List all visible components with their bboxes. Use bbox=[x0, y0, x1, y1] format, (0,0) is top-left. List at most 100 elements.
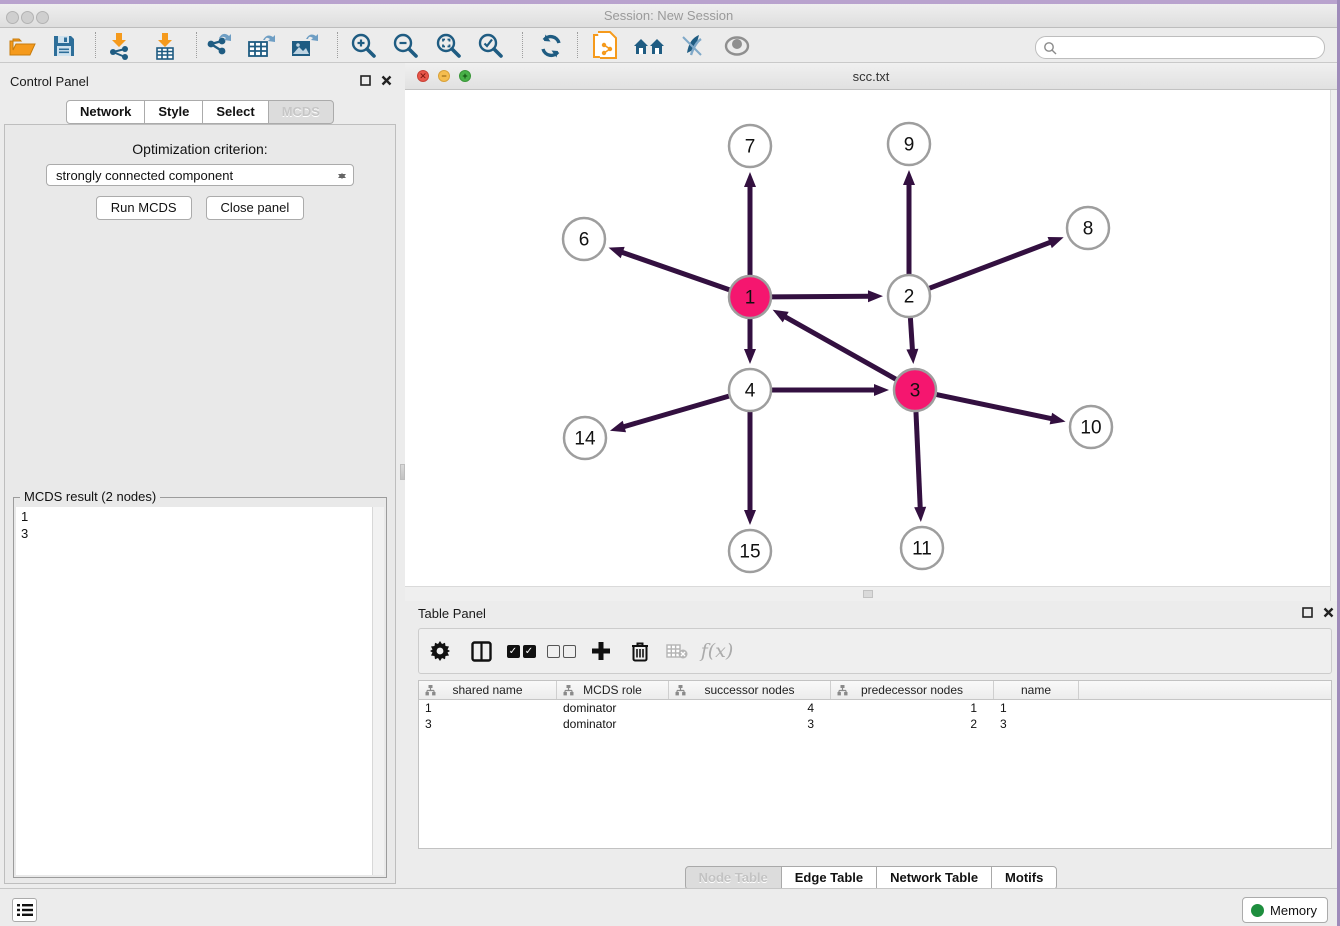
control-panel-close-button[interactable] bbox=[378, 72, 394, 88]
cell-mcds-role[interactable]: dominator bbox=[557, 700, 669, 716]
search-field[interactable] bbox=[1035, 36, 1325, 59]
node-8[interactable]: 8 bbox=[1067, 207, 1109, 249]
memory-button[interactable]: Memory bbox=[1242, 897, 1328, 923]
edge-3-10[interactable] bbox=[937, 395, 1066, 425]
task-history-button[interactable] bbox=[12, 898, 37, 922]
cell-mcds-role[interactable]: dominator bbox=[557, 716, 669, 732]
edge-1-2[interactable] bbox=[772, 290, 883, 302]
show-columns-button[interactable] bbox=[461, 636, 501, 666]
table-row[interactable]: 1dominator411 bbox=[419, 700, 1331, 716]
edge-2-8[interactable] bbox=[930, 237, 1064, 288]
cell-shared-name[interactable]: 3 bbox=[419, 716, 557, 732]
export-network-icon bbox=[205, 32, 233, 60]
open-file-button[interactable] bbox=[5, 30, 39, 61]
node-2[interactable]: 2 bbox=[888, 275, 930, 317]
tab-mcds[interactable]: MCDS bbox=[268, 100, 334, 124]
column-header-mcds-role[interactable]: MCDS role bbox=[557, 681, 669, 699]
close-panel-button[interactable]: Close panel bbox=[206, 196, 305, 220]
edge-4-15[interactable] bbox=[744, 412, 756, 525]
toolbar-separator bbox=[522, 32, 523, 58]
import-table-button[interactable] bbox=[148, 30, 182, 61]
export-image-button[interactable] bbox=[288, 30, 322, 61]
cell-shared-name[interactable]: 1 bbox=[419, 700, 557, 716]
edge-2-3[interactable] bbox=[906, 318, 918, 364]
mcds-result-text[interactable]: 1 3 bbox=[16, 507, 372, 875]
column-header-predecessor-nodes[interactable]: predecessor nodes bbox=[831, 681, 994, 699]
home-icon bbox=[633, 34, 665, 58]
tab-node-table[interactable]: Node Table bbox=[685, 866, 782, 890]
edge-4-3[interactable] bbox=[772, 384, 889, 396]
node-label: 7 bbox=[745, 137, 756, 158]
cell-name[interactable]: 3 bbox=[994, 716, 1079, 732]
tab-network[interactable]: Network bbox=[66, 100, 145, 124]
column-header-name[interactable]: name bbox=[994, 681, 1079, 699]
deselect-all-columns-button[interactable] bbox=[541, 636, 581, 666]
edge-3-1[interactable] bbox=[773, 310, 896, 379]
save-session-button[interactable] bbox=[47, 30, 81, 61]
edge-1-4[interactable] bbox=[744, 319, 756, 364]
delete-table-button[interactable] bbox=[659, 636, 695, 666]
eye-icon bbox=[723, 35, 751, 57]
edge-3-11[interactable] bbox=[914, 412, 926, 522]
clone-network-button[interactable] bbox=[589, 30, 623, 61]
node-1[interactable]: 1 bbox=[729, 276, 771, 318]
zoom-fit-button[interactable] bbox=[431, 30, 465, 61]
table-panel-close-button[interactable] bbox=[1320, 604, 1336, 620]
cell-successor-nodes[interactable]: 3 bbox=[669, 716, 831, 732]
node-11[interactable]: 11 bbox=[901, 527, 943, 569]
arrowhead-icon bbox=[874, 384, 889, 396]
tab-network-table[interactable]: Network Table bbox=[876, 866, 992, 890]
node-10[interactable]: 10 bbox=[1070, 406, 1112, 448]
run-mcds-button[interactable]: Run MCDS bbox=[96, 196, 192, 220]
control-panel-float-button[interactable] bbox=[357, 72, 373, 88]
function-builder-button[interactable]: f(x) bbox=[695, 636, 739, 666]
toggle-visibility-button[interactable] bbox=[720, 30, 754, 61]
node-label: 15 bbox=[739, 542, 760, 563]
cell-name[interactable]: 1 bbox=[994, 700, 1079, 716]
select-all-columns-button[interactable]: ✓ ✓ bbox=[501, 636, 541, 666]
tab-style[interactable]: Style bbox=[144, 100, 203, 124]
network-vscrollbar[interactable] bbox=[1330, 90, 1337, 601]
network-graph[interactable]: 7 9 6 8 1 2 4 3 14 10 15 11 bbox=[405, 90, 1330, 586]
cell-predecessor-nodes[interactable]: 2 bbox=[831, 716, 994, 732]
zoom-selected-button[interactable] bbox=[473, 30, 507, 61]
import-network-button[interactable] bbox=[102, 30, 136, 61]
table-settings-button[interactable] bbox=[419, 636, 461, 666]
tab-select[interactable]: Select bbox=[202, 100, 268, 124]
network-hscrollbar[interactable] bbox=[405, 586, 1330, 601]
hide-graphics-details-button[interactable] bbox=[675, 30, 709, 61]
export-network-button[interactable] bbox=[202, 30, 236, 61]
edge-2-9[interactable] bbox=[903, 170, 915, 274]
create-column-button[interactable] bbox=[581, 636, 621, 666]
cell-successor-nodes[interactable]: 4 bbox=[669, 700, 831, 716]
home-button[interactable] bbox=[632, 30, 666, 61]
node-4[interactable]: 4 bbox=[729, 369, 771, 411]
open-folder-icon bbox=[8, 34, 36, 58]
result-scrollbar[interactable] bbox=[372, 507, 384, 875]
node-9[interactable]: 9 bbox=[888, 123, 930, 165]
node-7[interactable]: 7 bbox=[729, 125, 771, 167]
cell-predecessor-nodes[interactable]: 1 bbox=[831, 700, 994, 716]
node-14[interactable]: 14 bbox=[564, 417, 606, 459]
hscroll-handle[interactable] bbox=[863, 590, 873, 598]
tab-motifs[interactable]: Motifs bbox=[991, 866, 1057, 890]
node-15[interactable]: 15 bbox=[729, 530, 771, 572]
search-input[interactable] bbox=[1057, 37, 1324, 58]
export-table-button[interactable] bbox=[245, 30, 279, 61]
table-row[interactable]: 3dominator323 bbox=[419, 716, 1331, 732]
column-header-shared-name[interactable]: shared name bbox=[419, 681, 557, 699]
optimization-criterion-dropdown[interactable]: strongly connected component bbox=[46, 164, 354, 186]
table-panel-float-button[interactable] bbox=[1299, 604, 1315, 620]
edge-4-14[interactable] bbox=[610, 396, 729, 432]
main-toolbar bbox=[0, 28, 1337, 63]
node-6[interactable]: 6 bbox=[563, 218, 605, 260]
node-3[interactable]: 3 bbox=[894, 369, 936, 411]
zoom-out-button[interactable] bbox=[388, 30, 422, 61]
tab-edge-table[interactable]: Edge Table bbox=[781, 866, 877, 890]
edge-1-7[interactable] bbox=[744, 172, 756, 275]
refresh-button[interactable] bbox=[534, 30, 568, 61]
edge-1-6[interactable] bbox=[609, 247, 730, 290]
delete-columns-button[interactable] bbox=[621, 636, 659, 666]
zoom-in-button[interactable] bbox=[346, 30, 380, 61]
column-header-successor-nodes[interactable]: successor nodes bbox=[669, 681, 831, 699]
